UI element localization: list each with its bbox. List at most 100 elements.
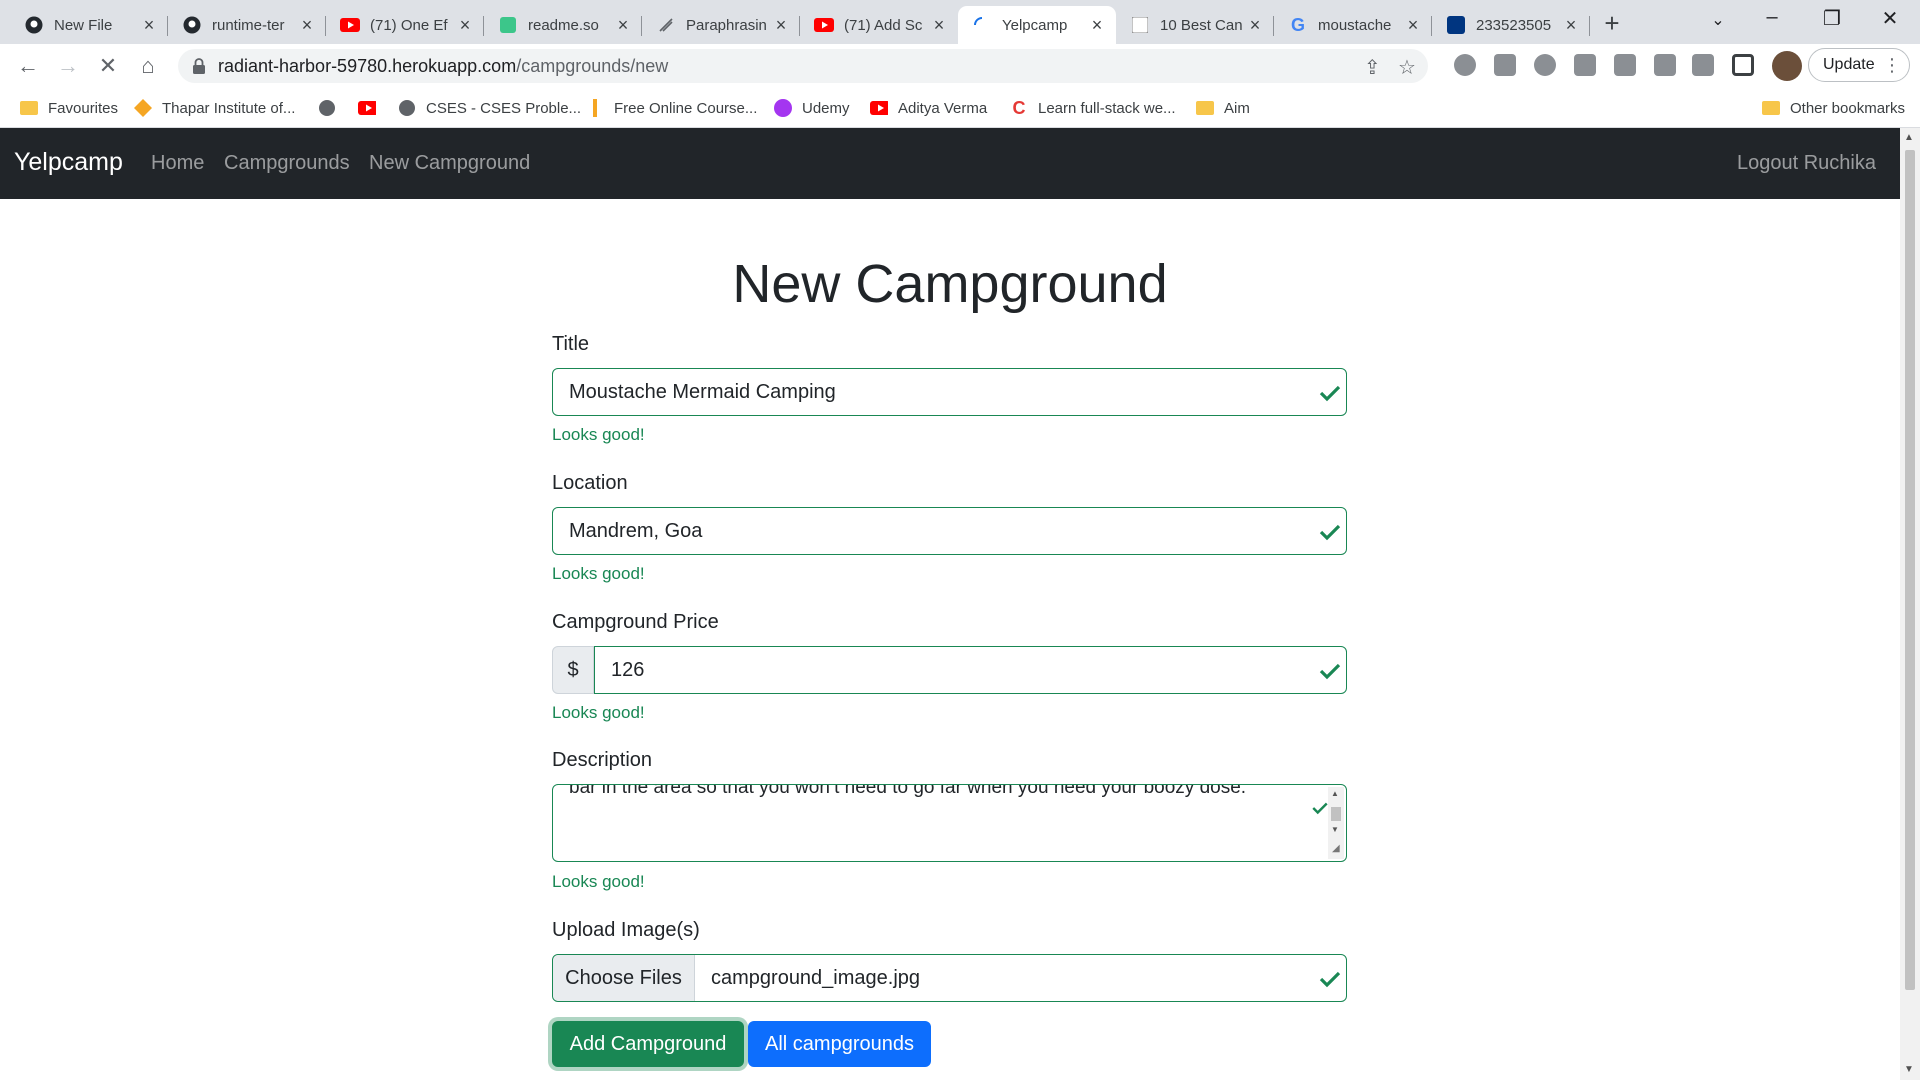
all-campgrounds-button[interactable]: All campgrounds [748,1021,931,1067]
browser-tab[interactable]: G moustache × [1274,6,1432,44]
bookmark-item[interactable] [318,96,346,120]
tab-label: 233523505 [1476,16,1552,34]
shield-icon[interactable] [1574,54,1596,76]
check-icon [1319,385,1341,402]
title-input[interactable]: Moustache Mermaid Camping [552,368,1347,416]
bookmark-item[interactable]: Aim [1196,96,1250,120]
youtube-icon [358,99,376,117]
description-feedback: Looks good! [552,872,645,891]
bookmark-label: Aditya Verma [898,99,988,117]
bookmark-item[interactable]: Udemy [774,96,850,120]
nav-link-campgrounds[interactable]: Campgrounds [224,152,350,175]
youtube-icon [870,99,888,117]
description-label: Description [552,749,653,771]
browser-tab[interactable]: New File × [10,6,168,44]
share-icon[interactable]: ⇪ [1364,55,1381,80]
address-bar[interactable]: radiant-harbor-59780.herokuapp.com/campg… [178,49,1428,83]
close-icon[interactable]: × [456,15,474,36]
bookmark-label: Thapar Institute of... [162,99,296,117]
nav-link-new-campground[interactable]: New Campground [369,152,530,175]
new-tab-icon[interactable]: + [1598,8,1626,39]
extension-icon[interactable] [1614,54,1636,76]
browser-tab[interactable]: (71) Add Sc × [800,6,958,44]
file-input[interactable]: Choose Files campground_image.jpg [552,954,1347,1002]
description-textarea[interactable]: bar in the area so that you won’t need t… [552,784,1347,862]
price-input[interactable]: 126 [594,646,1347,694]
scroll-thumb[interactable] [1905,150,1915,990]
folder-icon [20,99,38,117]
close-icon[interactable]: × [772,15,790,36]
bookmark-item[interactable] [358,96,386,120]
bookmark-item[interactable]: Favourites [20,96,118,120]
update-button[interactable]: Update ⋮ [1808,48,1910,82]
extension-icon[interactable] [1454,54,1476,76]
nav-link-home[interactable]: Home [151,152,204,175]
close-icon[interactable]: × [1088,15,1106,36]
back-icon[interactable]: ← [14,52,42,80]
close-icon[interactable]: × [930,15,948,36]
tab-label: readme.so [528,16,599,34]
forward-icon[interactable]: → [54,52,82,80]
location-input[interactable]: Mandrem, Goa [552,507,1347,555]
bookmark-item[interactable]: Aditya Verma [870,96,987,120]
browser-tab[interactable]: runtime-ter × [168,6,326,44]
logout-link[interactable]: Logout Ruchika [1737,152,1876,175]
stop-loading-icon[interactable]: ✕ [94,52,122,80]
tab-label: moustache [1318,16,1392,34]
browser-tab[interactable]: (71) One Ef × [326,6,484,44]
bookmark-item[interactable]: CSES - CSES Proble... [398,96,581,120]
resize-handle-icon[interactable]: ◢ [1332,843,1340,854]
url-path: /campgrounds/new [516,56,669,76]
browser-tab[interactable]: 10 Best Can × [1116,6,1274,44]
scroll-up-icon[interactable]: ▲ [1904,132,1914,143]
textarea-scrollbar[interactable]: ▲ ▼ ◢ [1328,787,1344,859]
udemy-icon [774,99,792,117]
close-icon[interactable]: × [1404,15,1422,36]
bookmark-star-icon[interactable]: ☆ [1398,55,1416,80]
price-label: Campground Price [552,611,719,633]
home-icon[interactable]: ⌂ [134,52,162,80]
check-icon [1319,971,1341,988]
other-bookmarks[interactable]: Other bookmarks [1762,96,1905,120]
kebab-menu-icon[interactable]: ⋮ [1883,55,1901,76]
tab-search-icon[interactable]: ⌄ [1698,10,1738,30]
navbar-brand[interactable]: Yelpcamp [14,148,123,177]
side-panel-icon[interactable] [1732,54,1754,76]
browser-tab-active[interactable]: Yelpcamp × [958,6,1116,44]
site-navbar: Yelpcamp Home Campgrounds New Campground… [0,128,1900,199]
bookmarks-bar: Favourites Thapar Institute of... CSES -… [0,88,1920,128]
lock-icon[interactable] [192,58,206,79]
github-icon [182,15,202,35]
avatar[interactable] [1772,51,1802,81]
scroll-down-icon[interactable]: ▼ [1904,1064,1914,1075]
close-icon[interactable]: × [614,15,632,36]
browser-tab[interactable]: readme.so × [484,6,642,44]
extension-icon[interactable] [1534,54,1556,76]
restore-icon[interactable]: ❐ [1812,6,1852,31]
puzzle-icon[interactable] [1654,54,1676,76]
youtube-icon [340,15,360,35]
minimize-icon[interactable]: – [1752,6,1792,29]
bookmark-label: Learn full-stack we... [1038,99,1176,117]
scroll-thumb[interactable] [1331,807,1341,821]
bookmark-item[interactable]: Free Online Course... [586,96,757,120]
scroll-up-icon[interactable]: ▲ [1331,789,1339,798]
browser-tab[interactable]: Paraphrasin × [642,6,800,44]
location-value: Mandrem, Goa [569,520,703,542]
bookmark-item[interactable]: C Learn full-stack we... [1010,96,1176,120]
bookmark-item[interactable]: Thapar Institute of... [134,96,295,120]
tab-label: Paraphrasin [686,16,767,34]
media-control-icon[interactable] [1692,54,1714,76]
page-scrollbar[interactable]: ▲ ▼ [1900,128,1920,1080]
browser-tab[interactable]: 233523505 × [1432,6,1590,44]
close-window-icon[interactable]: ✕ [1870,6,1910,31]
close-icon[interactable]: × [1562,15,1580,36]
close-icon[interactable]: × [140,15,158,36]
scroll-down-icon[interactable]: ▼ [1331,825,1339,834]
add-campground-button[interactable]: Add Campground [552,1021,744,1067]
choose-files-button[interactable]: Choose Files [553,955,695,1001]
extension-icon[interactable] [1494,54,1516,76]
readme-icon [498,15,518,35]
close-icon[interactable]: × [1246,15,1264,36]
close-icon[interactable]: × [298,15,316,36]
